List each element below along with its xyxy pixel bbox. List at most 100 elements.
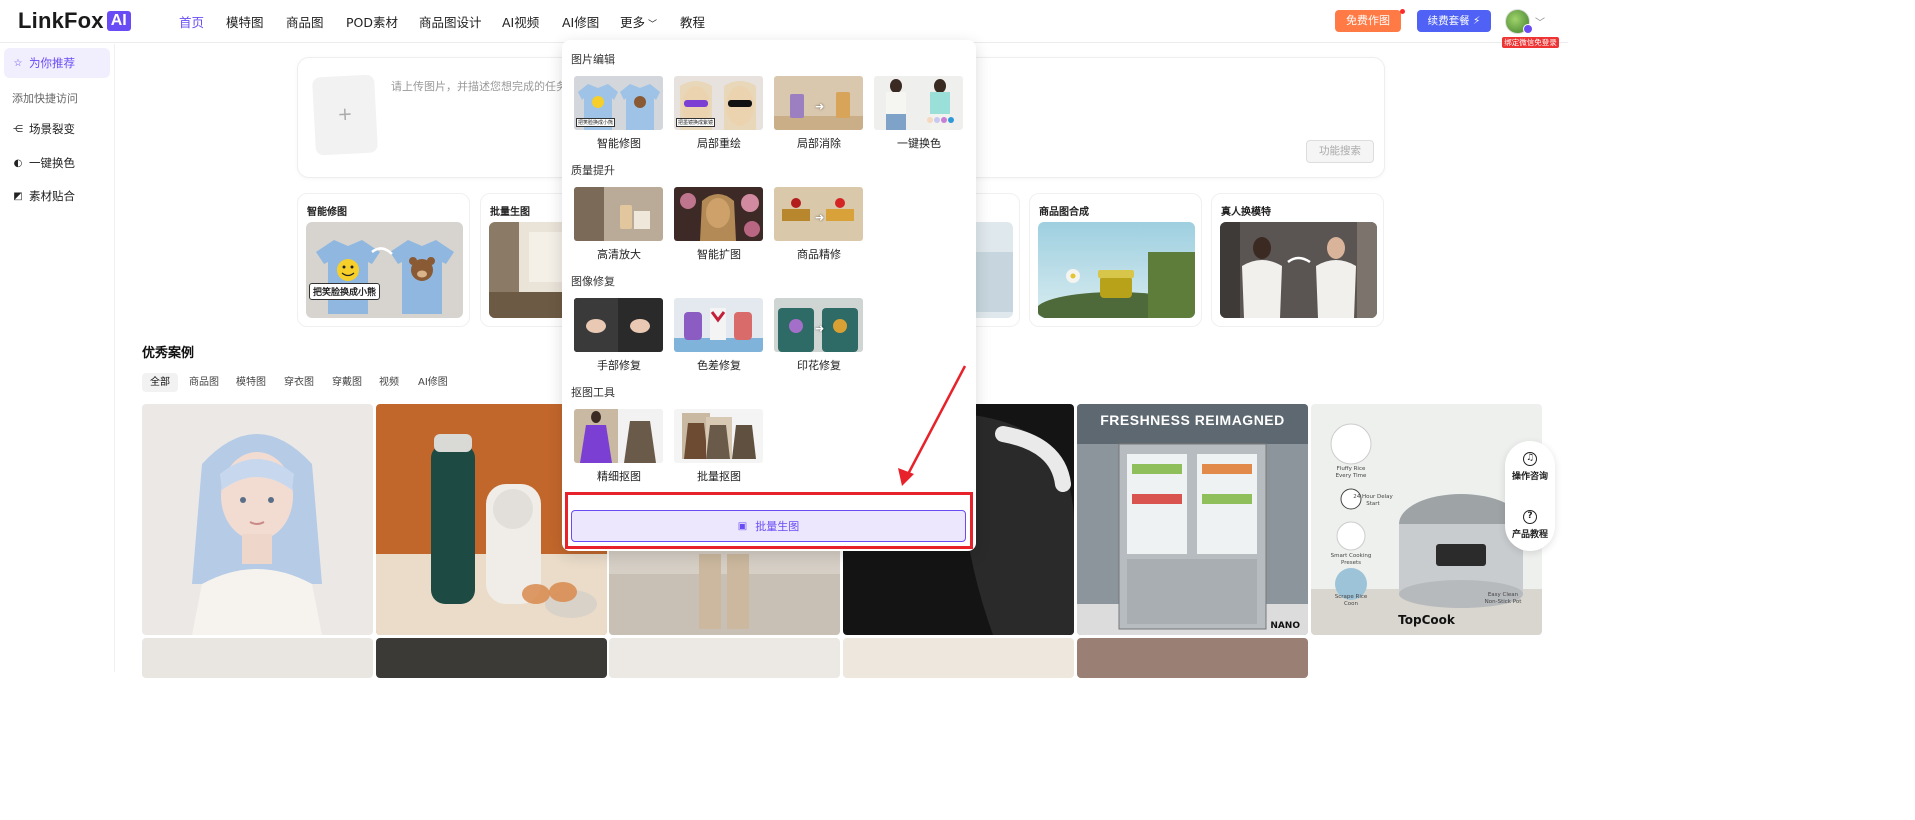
dropdown-thumb [874, 76, 963, 130]
dropdown-item-local-redraw[interactable]: 把墨镜换成紫镜 局部重绘 [674, 76, 764, 151]
upload-image-button[interactable]: + [312, 74, 378, 156]
consult-label: 操作咨询 [1511, 472, 1548, 482]
case-tab-wearing[interactable]: 穿戴图 [332, 373, 362, 392]
dropdown-thumb: 把墨镜换成紫镜 [674, 76, 763, 130]
case-tile-row2[interactable] [843, 638, 1074, 678]
renew-plan-button[interactable]: 续费套餐 ⚡ [1417, 10, 1491, 32]
case-tile-row2[interactable] [142, 638, 373, 678]
nav-product-design[interactable]: 商品图设计 [419, 12, 482, 31]
tutorial-label: 产品教程 [1511, 530, 1548, 540]
dropdown-item-label: 一键换色 [897, 137, 941, 150]
split-icon: ⋲ [13, 123, 23, 135]
feature-label: Scrape Rice Coon [1334, 594, 1368, 607]
case-tile-row2[interactable] [376, 638, 607, 678]
nav-more[interactable]: 更多 ﹀ [620, 12, 657, 31]
dropdown-item-product-refine[interactable]: ➜ 商品精修 [774, 187, 864, 262]
case-tile-fridge[interactable]: FRESHNESS REIMAGNED NANO [1077, 404, 1308, 635]
dropdown-item-label: 智能修图 [597, 137, 641, 150]
dropdown-item-smart-retouch[interactable]: 把笑脸换成小熊 智能修图 [574, 76, 664, 151]
feature-card-smart-retouch[interactable]: 智能修图 把笑脸换成小熊 [297, 193, 470, 327]
dropdown-item-local-erase[interactable]: ➜ 局部消除 [774, 76, 864, 151]
arrow-icon: ➜ [815, 100, 825, 113]
ai-retouch-dropdown: 图片编辑 把笑脸换成小熊 智能修图 把墨镜换成紫镜 局部重绘 ➜ 局部消除 一键… [562, 40, 976, 551]
feature-card-product-composite[interactable]: 商品图合成 [1029, 193, 1202, 327]
dropdown-section-title: 图片编辑 [571, 53, 615, 66]
case-tab-ai-retouch[interactable]: AI修图 [418, 373, 448, 392]
feature-label: 24 Hour Delay Start [1353, 494, 1393, 507]
case-tab-clothing[interactable]: 穿衣图 [284, 373, 314, 392]
dropdown-thumb: ➜ [774, 76, 863, 130]
dropdown-item-fine-cutout[interactable]: 精细抠图 [574, 409, 664, 484]
star-icon: ☆ [13, 57, 23, 69]
dropdown-item-recolor[interactable]: 一键换色 [874, 76, 964, 151]
feature-title: 真人换模特 [1221, 207, 1271, 218]
fridge-brand: NANO [1270, 621, 1300, 631]
avatar-chevron-icon[interactable]: ﹀ [1535, 14, 1545, 29]
dropdown-thumb [574, 409, 663, 463]
sidebar-item-label: 为你推荐 [29, 56, 75, 70]
feature-label: Smart Cooking Presets [1330, 553, 1372, 566]
cosmetic-jar-image [1038, 222, 1195, 318]
linkfox-logo[interactable]: LinkFox AI [18, 8, 131, 34]
dropdown-item-hand-fix[interactable]: 手部修复 [574, 298, 664, 373]
nav-ai-retouch[interactable]: AI修图 [562, 12, 599, 31]
prompt-input[interactable]: 请上传图片，并描述您想完成的任务 [391, 78, 567, 94]
sidebar-item-material-fit[interactable]: ◩ 素材贴合 [4, 181, 110, 211]
nav-home[interactable]: 首页 [179, 12, 204, 31]
dropdown-section-title: 图像修复 [571, 275, 615, 288]
dropdown-item-color-fix[interactable]: 色差修复 [674, 298, 764, 373]
case-tab-model[interactable]: 模特图 [236, 373, 266, 392]
dropdown-thumb [574, 187, 663, 241]
function-search-button[interactable]: 功能搜索 [1306, 140, 1374, 163]
dropdown-item-label: 高清放大 [597, 248, 641, 261]
sidebar-item-recolor[interactable]: ◐ 一键换色 [4, 148, 110, 178]
dropdown-item-label: 局部重绘 [697, 137, 741, 150]
dropdown-item-label: 局部消除 [797, 137, 841, 150]
case-tile-blue-hair-portrait[interactable] [142, 404, 373, 635]
case-tile-row2[interactable] [609, 638, 840, 678]
arrow-icon: ➜ [815, 211, 825, 224]
dropdown-thumb [674, 409, 763, 463]
nav-pod-assets[interactable]: POD素材 [346, 12, 398, 31]
bind-wechat-tag[interactable]: 绑定微信免登录 [1502, 37, 1559, 48]
case-tile-row2[interactable] [1077, 638, 1308, 678]
color-icon: ◐ [13, 157, 23, 169]
batch-generate-button[interactable]: ▣ 批量生图 [571, 510, 966, 542]
logo-text: LinkFox [18, 8, 104, 33]
headset-icon: ♫ [1523, 452, 1537, 466]
edit-icon: ◩ [13, 190, 23, 202]
dropdown-item-label: 手部修复 [597, 359, 641, 372]
feature-image [1038, 222, 1195, 318]
portrait-image [142, 404, 373, 635]
consult-button[interactable]: ♫ 操作咨询 [1505, 452, 1555, 482]
sidebar-item-label: 素材贴合 [29, 189, 75, 203]
arrow-icon: ➜ [815, 322, 825, 335]
case-tab-video[interactable]: 视频 [379, 373, 399, 392]
free-design-button[interactable]: 免费作图 [1335, 10, 1401, 32]
case-tab-all[interactable]: 全部 [142, 373, 178, 392]
dropdown-item-smart-expand[interactable]: 智能扩图 [674, 187, 764, 262]
feature-card-real-model[interactable]: 真人换模特 [1211, 193, 1384, 327]
chevron-down-icon: ﹀ [648, 20, 658, 30]
add-quick-access[interactable]: 添加快捷访问 [12, 90, 78, 106]
sidebar-item-scene-split[interactable]: ⋲ 场景裂变 [4, 114, 110, 144]
dropdown-item-print-fix[interactable]: ➜ 印花修复 [774, 298, 864, 373]
nav-product-image[interactable]: 商品图 [286, 12, 324, 31]
fridge-image [1077, 404, 1308, 635]
nav-model-image[interactable]: 模特图 [226, 12, 264, 31]
case-tab-product[interactable]: 商品图 [189, 373, 219, 392]
sidebar-item-recommend[interactable]: ☆ 为你推荐 [4, 48, 110, 78]
nav-tutorial[interactable]: 教程 [680, 12, 705, 31]
dropdown-item-label: 商品精修 [797, 248, 841, 261]
dropdown-section-title: 抠图工具 [571, 386, 615, 399]
dropdown-item-batch-cutout[interactable]: 批量抠图 [674, 409, 764, 484]
dropdown-thumb [574, 298, 663, 352]
feature-title: 智能修图 [307, 207, 347, 218]
tshirt-before-after-image [306, 222, 463, 318]
dropdown-item-hd-upscale[interactable]: 高清放大 [574, 187, 664, 262]
nav-ai-video[interactable]: AI视频 [502, 12, 539, 31]
tutorial-button[interactable]: ? 产品教程 [1505, 510, 1555, 540]
thumb-tag: 把墨镜换成紫镜 [676, 118, 716, 127]
notification-dot [1400, 9, 1405, 14]
logo-badge: AI [106, 11, 131, 31]
